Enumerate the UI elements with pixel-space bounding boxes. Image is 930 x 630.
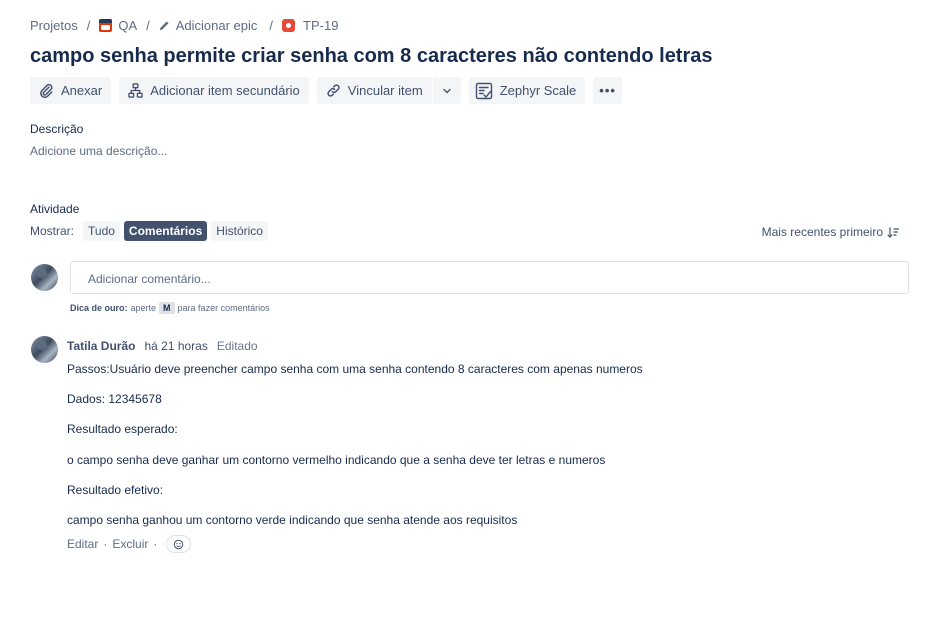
sort-icon [887, 226, 899, 238]
tip-bold-label: Dica de ouro: [70, 303, 128, 313]
zephyr-icon [475, 82, 492, 99]
sort-label: Mais recentes primeiro [761, 225, 883, 239]
activity-label: Atividade [30, 202, 80, 216]
paperclip-icon [40, 83, 53, 98]
description-label: Descrição [30, 122, 84, 136]
add-child-button[interactable]: Adicionar item secundário [119, 77, 309, 104]
keyboard-shortcut: M [159, 302, 175, 314]
project-icon [99, 18, 113, 32]
bug-icon [282, 18, 296, 32]
zephyr-scale-button[interactable]: Zephyr Scale [468, 77, 586, 104]
breadcrumb-separator: / [86, 17, 91, 33]
comment-text-line: o campo senha deve ganhar um contorno ve… [67, 453, 606, 467]
separator-dot: · [103, 537, 108, 551]
tab-history[interactable]: Histórico [211, 221, 268, 241]
show-label: Mostrar: [30, 224, 75, 238]
emoji-add-icon [174, 539, 184, 549]
attach-button[interactable]: Anexar [30, 77, 112, 104]
tip-pre: aperte [130, 303, 157, 313]
breadcrumb-separator: / [146, 17, 150, 33]
breadcrumb-epic-label[interactable]: Adicionar epic [176, 18, 258, 33]
breadcrumb: Projetos / QA / Adicionar epic / TP-19 [30, 16, 338, 34]
attach-label: Anexar [61, 83, 103, 98]
comment-timestamp[interactable]: há 21 horas [144, 339, 207, 353]
link-item-label: Vincular item [347, 83, 423, 98]
breadcrumb-separator: / [269, 17, 274, 33]
comment-text-line: Dados: 12345678 [67, 392, 162, 406]
description-field[interactable]: Adicione uma descrição... [30, 144, 167, 158]
link-icon [327, 84, 340, 97]
sort-button[interactable]: Mais recentes primeiro [762, 225, 899, 239]
breadcrumb-issue-key[interactable]: TP-19 [303, 18, 338, 33]
comment-text-line: Resultado esperado: [67, 422, 178, 436]
delete-comment-link[interactable]: Excluir [112, 537, 148, 551]
comment-edited-label: Editado [216, 339, 258, 353]
breadcrumb-project-label[interactable]: QA [118, 18, 137, 33]
comment-author: Tatila Durão [67, 339, 136, 353]
activity-filter: Mostrar: Tudo Comentários Histórico [30, 221, 268, 241]
tip-post: para fazer comentários [177, 303, 270, 313]
comment-actions: Editar · Excluir · [67, 535, 192, 553]
breadcrumb-projects-label[interactable]: Projetos [30, 18, 78, 33]
avatar [31, 264, 58, 291]
comment-header: Tatila Durão há 21 horas Editado [67, 339, 258, 353]
comment-text-line: campo senha ganhou um contorno verde ind… [67, 513, 518, 527]
comment-input[interactable]: Adicionar comentário... [70, 261, 909, 294]
avatar [31, 336, 58, 363]
chevron-down-icon [443, 88, 451, 93]
link-item-button[interactable]: Vincular item [316, 77, 432, 104]
link-item-dropdown[interactable] [432, 77, 461, 104]
separator-dot: · [153, 537, 158, 551]
tab-comments[interactable]: Comentários [123, 221, 208, 241]
comment-text-line: Resultado efetivo: [67, 483, 164, 497]
issue-toolbar: Anexar Adicionar item secundário Vincula… [30, 77, 622, 104]
link-item-group: Vincular item [316, 77, 461, 104]
issue-title[interactable]: campo senha permite criar senha com 8 ca… [30, 45, 713, 68]
breadcrumb-projects[interactable]: Projetos [30, 18, 78, 33]
breadcrumb-epic[interactable]: Adicionar epic [159, 18, 258, 33]
add-child-label: Adicionar item secundário [150, 83, 300, 98]
pencil-icon [159, 20, 169, 30]
tab-all[interactable]: Tudo [83, 221, 120, 241]
breadcrumb-project[interactable]: QA [99, 18, 137, 33]
more-icon: ••• [599, 83, 616, 98]
pro-tip: Dica de ouro: aperte M para fazer coment… [70, 302, 270, 314]
hierarchy-icon [128, 83, 143, 98]
more-actions-button[interactable]: ••• [593, 77, 622, 104]
zephyr-scale-label: Zephyr Scale [499, 83, 577, 98]
add-reaction-button[interactable] [166, 535, 192, 553]
edit-comment-link[interactable]: Editar [67, 537, 98, 551]
breadcrumb-issue[interactable]: TP-19 [282, 18, 338, 33]
comment-text-line: Passos:Usuário deve preencher campo senh… [67, 362, 643, 376]
